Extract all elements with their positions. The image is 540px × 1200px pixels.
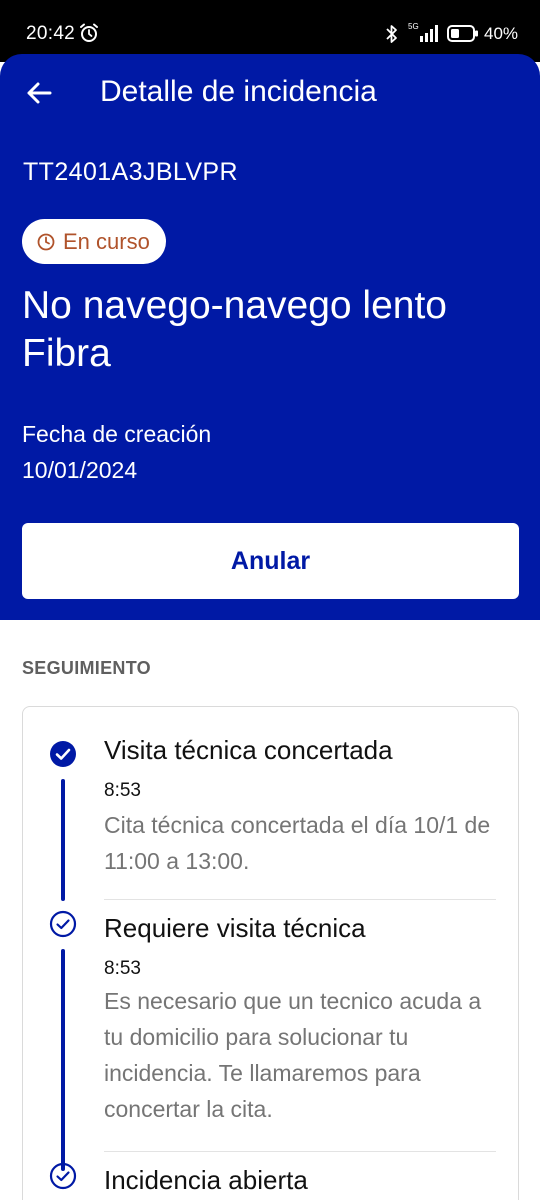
- tracking-section-title: SEGUIMIENTO: [22, 658, 151, 678]
- battery-icon: [447, 25, 478, 42]
- check-circle-outline-icon: [49, 910, 77, 938]
- signal-icon: [420, 25, 438, 42]
- step-time: 8:53: [104, 780, 141, 801]
- step-title: Requiere visita técnica: [104, 913, 366, 943]
- timeline-connector: [61, 949, 65, 1171]
- step-divider: [104, 899, 496, 900]
- battery-percentage: 40%: [484, 24, 519, 43]
- step-description: Cita técnica concertada el día 10/1 de 1…: [104, 812, 491, 874]
- cancel-button[interactable]: Anular: [22, 523, 519, 599]
- check-circle-outline-icon: [49, 1162, 77, 1190]
- step-time: 8:53: [104, 958, 141, 979]
- status-bar: 20:42 5G 40%: [0, 0, 540, 62]
- creation-date-value: 10/01/2024: [22, 457, 138, 483]
- alarm-clock-icon: [80, 23, 98, 42]
- ticket-id: TT2401A3JBLVPR: [23, 158, 238, 186]
- page-title: Detalle de incidencia: [100, 75, 377, 108]
- clock-icon: [37, 233, 55, 250]
- back-button[interactable]: [22, 76, 56, 110]
- step-description: Es necesario que un tecnico acuda a tu d…: [104, 988, 482, 1122]
- status-time: 20:42: [26, 23, 76, 44]
- arrow-left-icon: [27, 82, 52, 104]
- step-title: Visita técnica concertada: [104, 735, 393, 765]
- timeline-card: Visita técnica concertada 8:53 Cita técn…: [22, 706, 519, 1200]
- step-title: Incidencia abierta: [104, 1165, 308, 1195]
- creation-date-label: Fecha de creación: [22, 421, 212, 447]
- status-badge: En curso: [22, 219, 166, 264]
- status-badge-label: En curso: [63, 228, 150, 254]
- step-divider: [104, 1151, 496, 1152]
- issue-title: No navego-navego lento Fibra: [22, 284, 447, 375]
- bluetooth-icon: [386, 25, 397, 43]
- check-circle-filled-icon: [50, 741, 76, 767]
- incident-header: Detalle de incidencia TT2401A3JBLVPR En …: [0, 54, 540, 620]
- timeline-connector: [61, 779, 65, 901]
